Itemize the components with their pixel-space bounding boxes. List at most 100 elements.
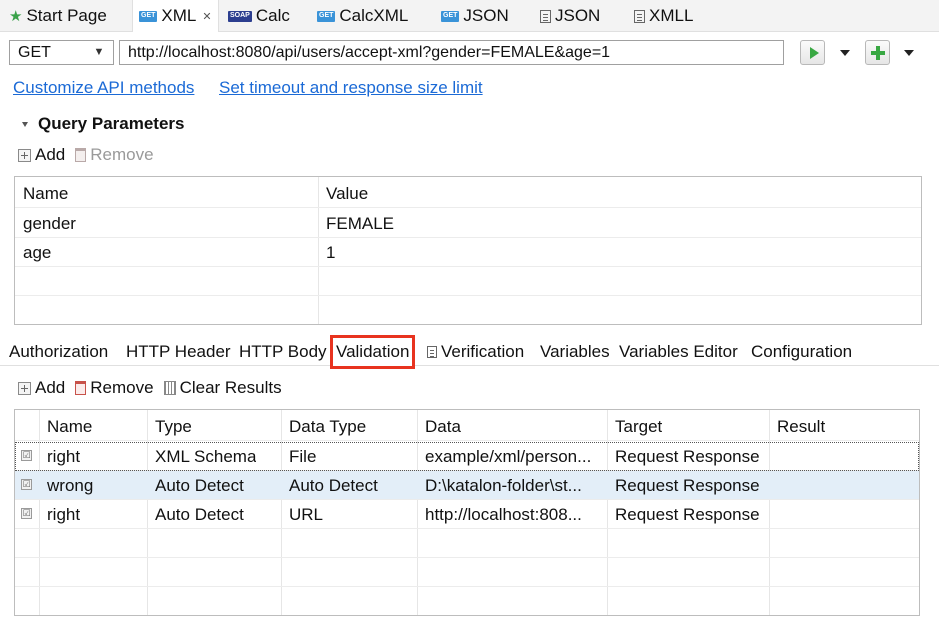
remove-query-param-button[interactable]: Remove [75, 145, 154, 165]
validation-toolbar: Add Remove Clear Results [18, 378, 282, 398]
param-name[interactable]: age [15, 238, 51, 267]
add-to-test-case-button[interactable] [865, 40, 890, 65]
http-method-select[interactable]: GET ▼ [9, 40, 114, 65]
param-name[interactable]: gender [15, 209, 76, 238]
validation-name[interactable]: wrong [39, 471, 93, 500]
column-header-data-type[interactable]: Data Type [281, 412, 366, 441]
tab-calc[interactable]: SOAP Calc [228, 4, 290, 28]
validation-target[interactable]: Request Response [607, 442, 760, 471]
customize-api-methods-link[interactable]: Customize API methods [13, 78, 194, 98]
add-validation-button[interactable]: Add [18, 378, 65, 398]
tab-label: Verification [441, 342, 525, 361]
script-icon [427, 346, 437, 358]
tab-verification[interactable]: Verification [427, 342, 524, 362]
tab-label: JSON [555, 6, 601, 25]
validation-name[interactable]: right [39, 500, 80, 529]
column-header-type[interactable]: Type [147, 412, 192, 441]
get-badge-icon: GET [317, 10, 336, 22]
empty-row[interactable] [15, 529, 919, 558]
validation-target[interactable]: Request Response [607, 500, 760, 529]
validation-type[interactable]: Auto Detect [147, 471, 244, 500]
validation-data-type[interactable]: Auto Detect [281, 471, 378, 500]
param-value[interactable]: FEMALE [318, 209, 394, 238]
table-row[interactable]: ☑ right Auto Detect URL http://localhost… [15, 500, 919, 529]
query-toolbar: Add Remove [18, 145, 154, 165]
tab-calcxml[interactable]: GET CalcXML [317, 4, 408, 28]
table-row[interactable]: ☑ wrong Auto Detect Auto Detect D:\katal… [15, 471, 919, 500]
tab-start-page[interactable]: ★ Start Page [9, 4, 107, 28]
tab-configuration[interactable]: Configuration [751, 342, 852, 362]
tab-validation[interactable]: Validation [330, 335, 416, 369]
trash-icon [75, 148, 87, 162]
add-query-param-button[interactable]: Add [18, 145, 65, 165]
table-row[interactable]: age 1 [15, 238, 921, 267]
tab-authorization[interactable]: Authorization [9, 342, 108, 362]
column-header-target[interactable]: Target [607, 412, 662, 441]
chevron-down-icon[interactable]: ▼ [90, 44, 108, 61]
play-icon [809, 46, 819, 59]
column-header-name[interactable]: Name [39, 412, 92, 441]
remove-validation-button[interactable]: Remove [75, 378, 154, 398]
editor-tab-bar: ★ Start Page GET XML ✕ SOAP Calc GET Cal… [0, 0, 939, 32]
validation-data-type[interactable]: File [281, 442, 316, 471]
url-input[interactable]: http://localhost:8080/api/users/accept-x… [119, 40, 784, 65]
clear-results-button[interactable]: Clear Results [163, 378, 282, 398]
validation-data-type[interactable]: URL [281, 500, 323, 529]
get-badge-icon: GET [139, 10, 158, 22]
empty-row[interactable] [15, 587, 919, 615]
tab-variables[interactable]: Variables [540, 342, 610, 362]
validation-type[interactable]: XML Schema [147, 442, 256, 471]
remove-label: Remove [90, 145, 154, 164]
validation-name[interactable]: right [39, 442, 80, 471]
add-label: Add [35, 145, 66, 164]
table-header: Name Type Data Type Data Target Result [15, 412, 919, 441]
validation-data[interactable]: http://localhost:808... [417, 500, 607, 529]
row-checkbox[interactable]: ☑ [21, 450, 32, 461]
validation-result [769, 500, 777, 529]
tab-xml[interactable]: GET XML ✕ [132, 0, 219, 32]
empty-row[interactable] [15, 267, 921, 296]
tab-xmll[interactable]: XMLL [634, 4, 693, 28]
table-row[interactable]: gender FEMALE [15, 209, 921, 238]
row-checkbox[interactable]: ☑ [21, 508, 32, 519]
tab-label: Calc [255, 6, 290, 25]
tab-label: XMLL [649, 6, 694, 25]
run-dropdown-icon[interactable] [840, 50, 850, 56]
request-detail-tabs: Authorization HTTP Header HTTP Body Vali… [0, 335, 939, 369]
validation-data[interactable]: example/xml/person... [417, 442, 607, 471]
clear-results-label: Clear Results [179, 378, 282, 397]
tab-json-get[interactable]: GET JSON [441, 4, 509, 28]
column-header-result[interactable]: Result [769, 412, 825, 441]
param-value[interactable]: 1 [318, 238, 335, 267]
soap-badge-icon: SOAP [228, 10, 252, 22]
add-dropdown-icon[interactable] [904, 50, 914, 56]
row-checkbox[interactable]: ☑ [21, 479, 32, 490]
query-parameters-header[interactable]: Query Parameters [22, 114, 184, 134]
set-timeout-link[interactable]: Set timeout and response size limit [219, 78, 483, 98]
column-header-data[interactable]: Data [417, 412, 461, 441]
column-header-value[interactable]: Value [318, 179, 368, 208]
close-icon[interactable]: ✕ [202, 10, 211, 23]
validation-data[interactable]: D:\katalon-folder\st... [417, 471, 607, 500]
validation-table: Name Type Data Type Data Target Result ☑… [14, 409, 920, 616]
run-button[interactable] [800, 40, 825, 65]
clear-results-icon [163, 381, 176, 395]
tab-json-doc[interactable]: JSON [540, 4, 600, 28]
validation-type[interactable]: Auto Detect [147, 500, 244, 529]
tab-http-body[interactable]: HTTP Body [239, 342, 327, 362]
validation-target[interactable]: Request Response [607, 471, 760, 500]
collapse-icon[interactable] [22, 121, 28, 127]
trash-icon [75, 381, 87, 395]
query-parameters-table: Name Value gender FEMALE age 1 [14, 176, 922, 325]
table-row[interactable]: ☑ right XML Schema File example/xml/pers… [15, 442, 919, 471]
star-icon: ★ [9, 8, 23, 25]
get-badge-icon: GET [441, 10, 460, 22]
validation-result [769, 471, 777, 500]
section-title: Query Parameters [38, 114, 185, 133]
empty-row[interactable] [15, 558, 919, 587]
tab-http-header[interactable]: HTTP Header [126, 342, 231, 362]
column-header-name[interactable]: Name [15, 179, 68, 208]
table-header: Name Value [15, 179, 921, 208]
empty-row[interactable] [15, 296, 921, 324]
tab-variables-editor[interactable]: Variables Editor [619, 342, 738, 362]
